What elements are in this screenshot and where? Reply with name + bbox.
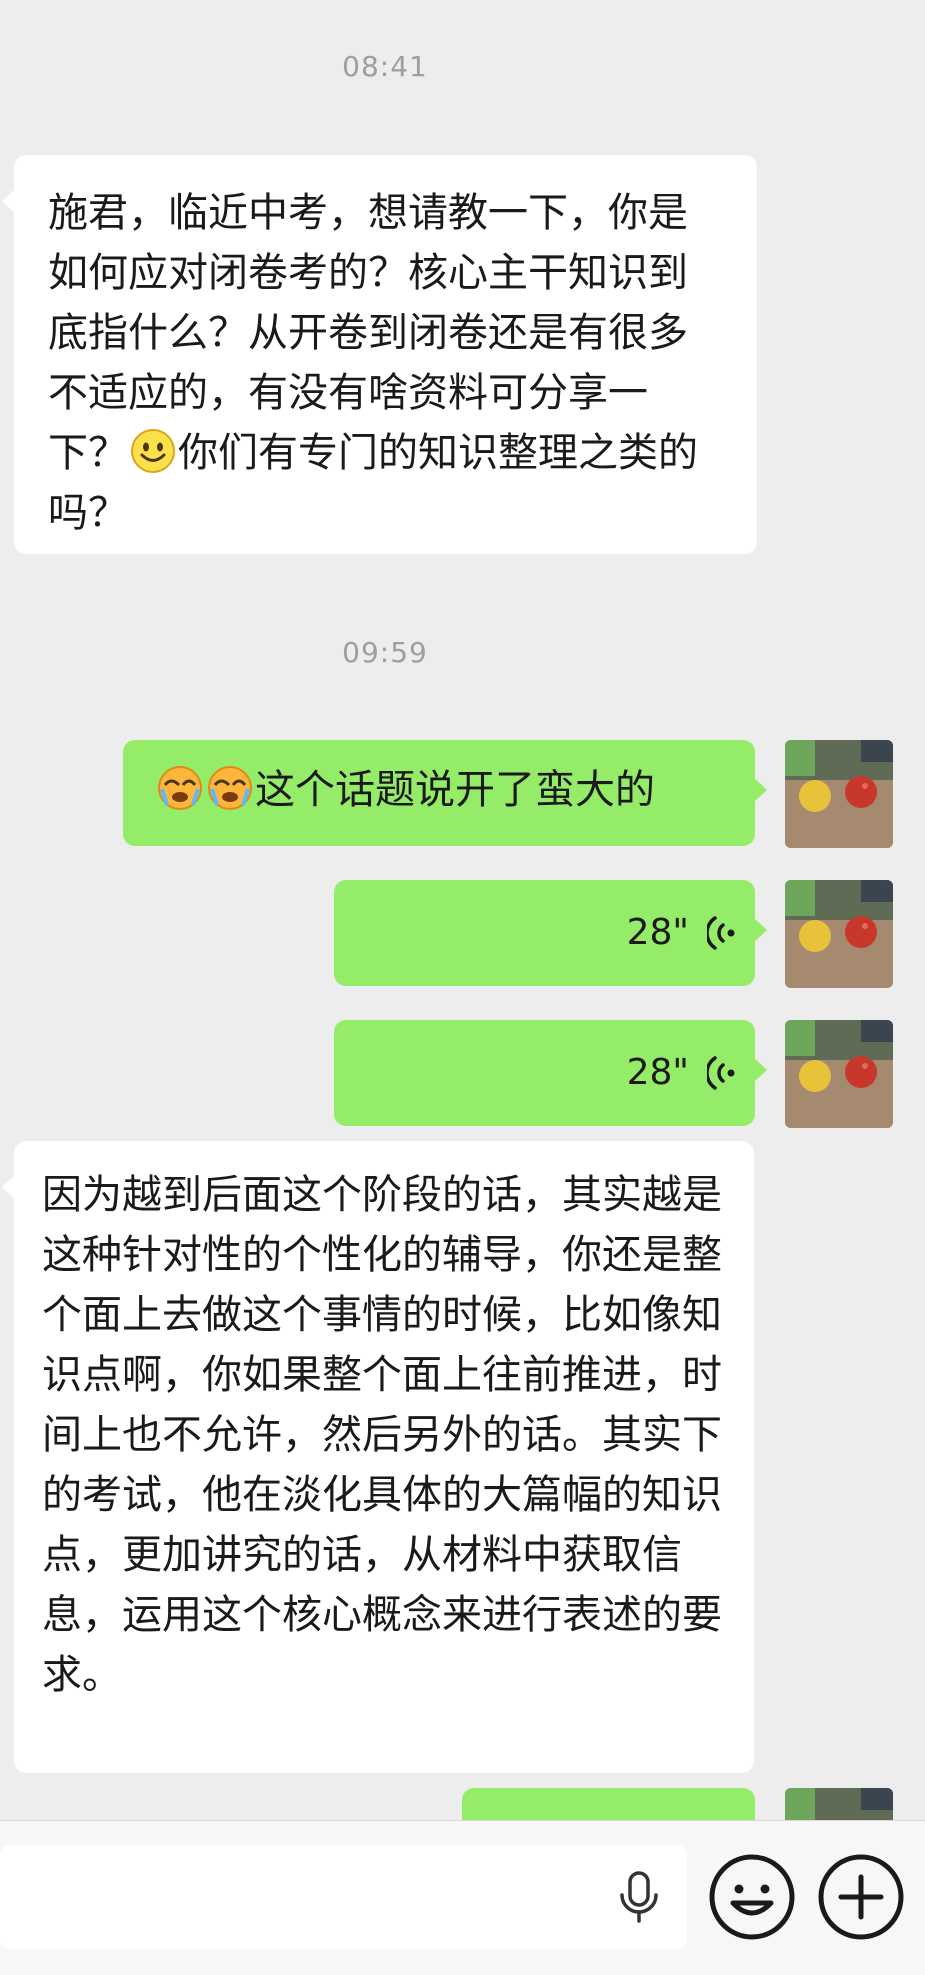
apples-photo-avatar[interactable] [785, 740, 893, 848]
plus-circle-icon[interactable] [815, 1851, 907, 1943]
voice-row: 28" [627, 1020, 737, 1126]
emoji-face-icon[interactable] [706, 1851, 798, 1943]
apples-photo-avatar[interactable] [785, 1020, 893, 1128]
smile-emoji [131, 429, 175, 473]
apples-photo-avatar[interactable] [785, 880, 893, 988]
voice-duration: 28" [626, 1052, 689, 1093]
message-input[interactable] [0, 1845, 687, 1949]
voice-message-bubble[interactable]: 28" [334, 1020, 767, 1126]
voice-message-bubble[interactable]: 28" [334, 880, 767, 986]
voice-wave-icon [707, 1056, 735, 1090]
outgoing-message-bubble[interactable]: 这个话题说开了蛮大的 [123, 740, 767, 846]
message-text-part: 这个话题说开了蛮大的 [255, 767, 655, 813]
voice-row: 28" [627, 880, 737, 986]
voice-duration: 28" [626, 912, 689, 953]
microphone-icon[interactable] [617, 1871, 661, 1923]
facepalm-cry-emoji [158, 766, 202, 810]
facepalm-cry-emoji [208, 766, 252, 810]
incoming-message-bubble[interactable]: 因为越到后面这个阶段的话，其实越是这种针对性的个性化的辅导，你还是整个面上去做这… [2, 1141, 754, 1773]
message-text: 施君，临近中考，想请教一下，你是如何应对闭卷考的？核心主干知识到底指什么？从开卷… [48, 183, 723, 543]
timestamp: 09:59 [342, 636, 428, 669]
voice-wave-icon [707, 916, 735, 950]
timestamp: 08:41 [342, 50, 428, 83]
incoming-message-bubble[interactable]: 施君，临近中考，想请教一下，你是如何应对闭卷考的？核心主干知识到底指什么？从开卷… [2, 155, 757, 554]
message-text: 这个话题说开了蛮大的 [155, 760, 725, 820]
chat-input-bar [0, 1820, 925, 1975]
message-text: 因为越到后面这个阶段的话，其实越是这种针对性的个性化的辅导，你还是整个面上去做这… [42, 1172, 722, 1698]
